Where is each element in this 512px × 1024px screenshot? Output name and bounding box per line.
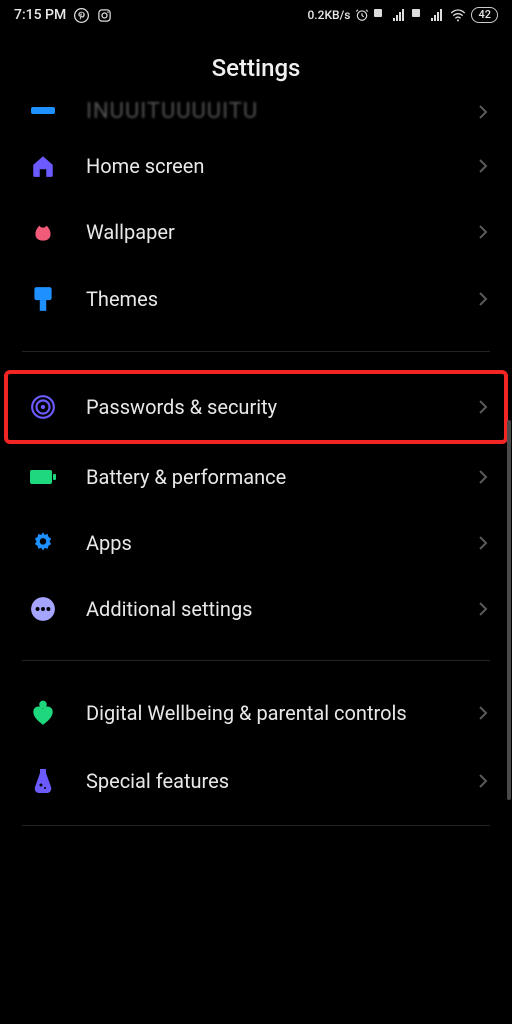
themes-icon xyxy=(24,285,62,313)
status-left: 7:15 PM xyxy=(14,7,112,23)
more-icon xyxy=(24,596,62,622)
row-label: Battery & performance xyxy=(62,464,478,490)
wallpaper-icon xyxy=(24,219,62,245)
chevron-right-icon xyxy=(478,104,488,120)
sim1-icon xyxy=(374,9,388,21)
row-wallpaper[interactable]: Wallpaper xyxy=(8,199,504,265)
row-passwords-security[interactable]: Passwords & security xyxy=(4,370,508,444)
row-label: INUUITUUUUITU xyxy=(62,98,478,127)
signal2-icon xyxy=(431,9,445,21)
status-bar: 7:15 PM 0.2KB/s 42 xyxy=(0,0,512,30)
page-title: Settings xyxy=(0,30,512,100)
row-digital-wellbeing[interactable]: Digital Wellbeing & parental controls xyxy=(8,679,504,747)
pinterest-icon xyxy=(74,8,89,23)
battery-icon xyxy=(24,468,62,486)
chevron-right-icon xyxy=(478,773,488,789)
divider xyxy=(22,825,490,826)
divider xyxy=(22,351,490,352)
data-rate: 0.2KB/s xyxy=(307,8,350,22)
chevron-right-icon xyxy=(478,224,488,240)
row-additional-settings[interactable]: Additional settings xyxy=(8,576,504,642)
status-time: 7:15 PM xyxy=(14,7,66,23)
row-special-features[interactable]: Special features xyxy=(8,747,504,815)
row-label: Apps xyxy=(62,530,478,556)
battery-indicator: 42 xyxy=(471,7,498,23)
chevron-right-icon xyxy=(478,535,488,551)
instagram-icon xyxy=(97,8,112,23)
row-themes[interactable]: Themes xyxy=(8,265,504,333)
chevron-right-icon xyxy=(478,291,488,307)
row-home-screen[interactable]: Home screen xyxy=(8,133,504,199)
notifications-icon xyxy=(24,107,62,117)
flask-icon xyxy=(24,767,62,795)
alarm-icon xyxy=(355,8,369,22)
scroll-indicator[interactable] xyxy=(507,420,511,800)
row-apps[interactable]: Apps xyxy=(8,510,504,576)
home-icon xyxy=(24,153,62,179)
fingerprint-icon xyxy=(24,394,62,420)
status-right: 0.2KB/s 42 xyxy=(307,7,498,23)
row-notifications[interactable]: INUUITUUUUITU xyxy=(8,98,504,133)
signal1-icon xyxy=(393,9,407,21)
sim2-icon xyxy=(412,9,426,21)
row-label: Special features xyxy=(62,768,478,794)
row-label: Passwords & security xyxy=(62,394,478,420)
chevron-right-icon xyxy=(478,601,488,617)
chevron-right-icon xyxy=(478,469,488,485)
chevron-right-icon xyxy=(478,399,488,415)
row-label: Wallpaper xyxy=(62,219,478,245)
divider xyxy=(22,660,490,661)
row-label: Home screen xyxy=(62,153,478,179)
row-label: Themes xyxy=(62,286,478,312)
row-label: Digital Wellbeing & parental controls xyxy=(62,700,478,726)
chevron-right-icon xyxy=(478,705,488,721)
wifi-icon xyxy=(450,8,466,22)
gear-icon xyxy=(24,530,62,556)
chevron-right-icon xyxy=(478,158,488,174)
settings-list: INUUITUUUUITU Home screen Wallpaper Them… xyxy=(0,98,512,826)
wellbeing-icon xyxy=(24,699,62,727)
row-label: Additional settings xyxy=(62,596,478,622)
row-battery-performance[interactable]: Battery & performance xyxy=(8,444,504,510)
